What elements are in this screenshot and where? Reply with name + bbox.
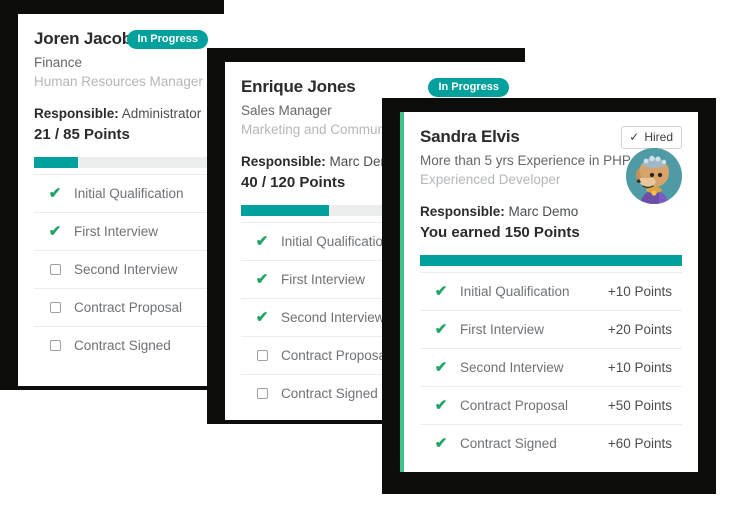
- check-icon: ✔: [48, 185, 62, 202]
- stage-checkbox[interactable]: [36, 302, 74, 313]
- stage-row[interactable]: ✔ First Interview +20 Points: [420, 310, 682, 348]
- status-badge[interactable]: In Progress: [428, 78, 509, 97]
- responsible-label: Responsible:: [34, 106, 119, 121]
- progress-fill: [34, 157, 78, 168]
- stage-label: Initial Qualification: [74, 186, 184, 201]
- stage-row[interactable]: ✔ Initial Qualification: [34, 174, 208, 212]
- checkbox-icon[interactable]: [49, 302, 61, 313]
- check-icon: ✔: [434, 283, 448, 300]
- card-header: ✓ Hired Sandra Elvis More than 5 yrs Exp…: [420, 126, 682, 243]
- check-icon: ✔: [434, 321, 448, 338]
- check-icon: ✔: [48, 223, 62, 240]
- check-icon: ✔: [255, 233, 269, 250]
- check-icon: ✔: [255, 309, 269, 326]
- checkbox-icon[interactable]: [256, 350, 268, 361]
- stage-label: Contract Signed: [460, 436, 557, 451]
- checkbox-icon[interactable]: [49, 340, 61, 351]
- stage-label: Contract Proposal: [460, 398, 569, 413]
- stage-row[interactable]: ✔ Contract Signed +60 Points: [420, 424, 682, 462]
- stage-label: Second Interview: [460, 360, 564, 375]
- stage-checkbox[interactable]: [36, 340, 74, 351]
- stage-points: +10 Points: [607, 284, 672, 299]
- stage-list: ✔ Initial Qualification ✔ First Interview Se…: [34, 174, 208, 364]
- stage-row[interactable]: ✔ Initial Qualification +10 Points: [420, 272, 682, 310]
- stage-label: Contract Signed: [74, 338, 171, 353]
- stage-row[interactable]: ✔ Contract Proposal +50 Points: [420, 386, 682, 424]
- candidate-card[interactable]: In Progress Joren Jacob Finance Human Re…: [18, 14, 224, 386]
- stage-row[interactable]: ✔ Second Interview +10 Points: [420, 348, 682, 386]
- stage-points: +10 Points: [607, 360, 672, 375]
- progress-fill: [241, 205, 330, 216]
- checkbox-icon[interactable]: [49, 264, 61, 275]
- responsible-line: Responsible: Administrator: [34, 104, 208, 123]
- stage-check-icon[interactable]: ✔: [422, 360, 460, 375]
- check-icon: ✔: [434, 397, 448, 414]
- progress-bar: [420, 255, 682, 266]
- stage-check-icon[interactable]: ✔: [36, 224, 74, 239]
- responsible-label: Responsible:: [241, 154, 326, 169]
- responsible-label: Responsible:: [420, 204, 505, 219]
- stage-points: +50 Points: [607, 398, 672, 413]
- status-badge[interactable]: ✓ Hired: [621, 126, 682, 149]
- candidate-department: Finance: [34, 55, 83, 70]
- stage-row[interactable]: ✔ First Interview: [34, 212, 208, 250]
- status-badge[interactable]: In Progress: [127, 30, 208, 49]
- stage-check-icon[interactable]: ✔: [422, 436, 460, 451]
- stage-row[interactable]: Contract Signed: [34, 326, 208, 364]
- responsible-name: Marc Demo: [508, 204, 579, 219]
- stage-check-icon[interactable]: ✔: [36, 186, 74, 201]
- stage-row[interactable]: Contract Proposal: [34, 288, 208, 326]
- stage-check-icon[interactable]: ✔: [243, 234, 281, 249]
- responsible-line: Responsible: Marc Demo: [420, 202, 682, 221]
- stage-label: Contract Proposal: [74, 300, 183, 315]
- stage-check-icon[interactable]: ✔: [422, 398, 460, 413]
- check-icon: ✔: [255, 271, 269, 288]
- stage-points: +20 Points: [607, 322, 672, 337]
- stage-check-icon[interactable]: ✔: [243, 310, 281, 325]
- stage-label: Second Interview: [74, 262, 178, 277]
- check-icon: ✔: [434, 435, 448, 452]
- checkbox-icon[interactable]: [256, 388, 268, 399]
- candidate-card[interactable]: ✓ Hired Sandra Elvis More than 5 yrs Exp…: [400, 112, 698, 472]
- points-summary: You earned 150 Points: [420, 224, 580, 241]
- candidate-job-title: Human Resources Manager: [34, 74, 203, 89]
- progress-fill: [420, 255, 682, 266]
- stage-checkbox[interactable]: [36, 264, 74, 275]
- points-summary: 21 / 85 Points: [34, 126, 130, 143]
- card-header: In Progress Joren Jacob Finance Human Re…: [34, 28, 208, 145]
- stage-check-icon[interactable]: ✔: [243, 272, 281, 287]
- stage-points: +60 Points: [607, 436, 672, 451]
- stage-check-icon[interactable]: ✔: [422, 322, 460, 337]
- stage-label: First Interview: [460, 322, 545, 337]
- progress-bar: [34, 157, 208, 168]
- stage-checkbox[interactable]: [243, 350, 281, 361]
- stage-label: Initial Qualification: [460, 284, 570, 299]
- stage-checkbox[interactable]: [243, 388, 281, 399]
- recruitment-cards-stage: In Progress Joren Jacob Finance Human Re…: [0, 0, 733, 514]
- responsible-name: Administrator: [121, 106, 202, 121]
- stage-row[interactable]: Second Interview: [34, 250, 208, 288]
- status-badge-label: Hired: [644, 130, 673, 144]
- stage-check-icon[interactable]: ✔: [422, 284, 460, 299]
- dog-avatar: [626, 148, 682, 204]
- stage-list: ✔ Initial Qualification +10 Points ✔ First I…: [420, 272, 682, 462]
- stage-label: First Interview: [74, 224, 159, 239]
- check-icon: ✓: [629, 130, 640, 144]
- check-icon: ✔: [434, 359, 448, 376]
